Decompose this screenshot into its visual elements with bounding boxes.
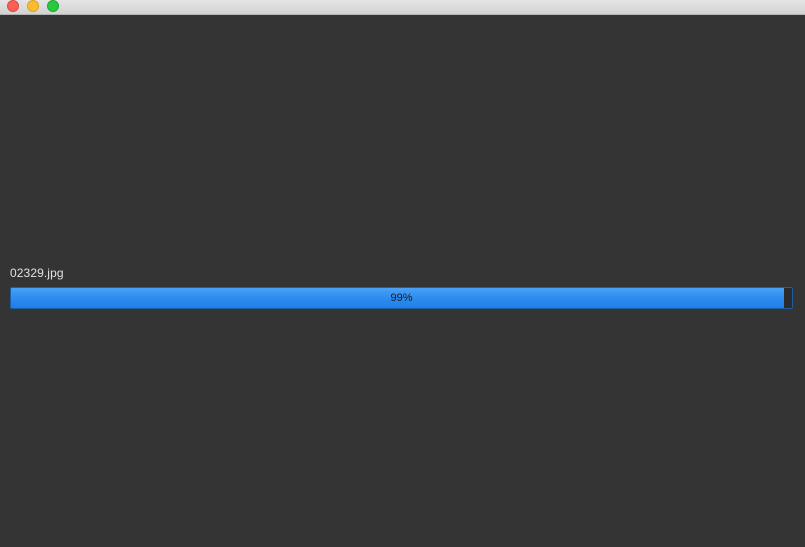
file-name-label: 02329.jpg	[10, 266, 64, 280]
minimize-window-button[interactable]	[27, 0, 39, 12]
upload-progress-bar: 99%	[10, 287, 793, 309]
app-window: 02329.jpg 99%	[0, 0, 805, 547]
title-bar	[0, 0, 805, 15]
zoom-window-button[interactable]	[47, 0, 59, 12]
main-content: 02329.jpg 99%	[0, 15, 805, 547]
progress-percent-label: 99%	[390, 292, 413, 304]
close-window-button[interactable]	[7, 0, 19, 12]
